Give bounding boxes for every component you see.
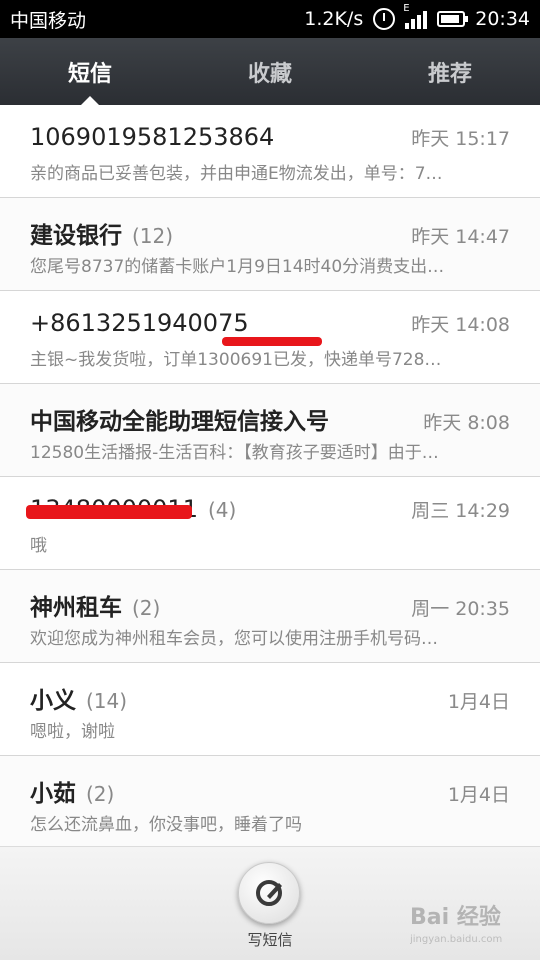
list-item[interactable]: 小义 (14) 1月4日 嗯啦，谢啦 bbox=[0, 663, 540, 756]
contact-name: 小茹 bbox=[30, 781, 76, 807]
message-preview: 欢迎您成为神州租车会员，您可以使用注册手机号码… bbox=[30, 629, 438, 649]
message-preview: 您尾号8737的储蓄卡账户1月9日14时40分消费支出… bbox=[30, 257, 445, 277]
list-item[interactable]: 神州租车 (2) 周一 20:35 欢迎您成为神州租车会员，您可以使用注册手机号… bbox=[0, 570, 540, 663]
signal-icon: E bbox=[403, 3, 428, 29]
message-time: 昨天 15:17 bbox=[411, 128, 510, 150]
compose-button[interactable] bbox=[238, 862, 300, 924]
message-count: (12) bbox=[132, 224, 174, 248]
message-count: (2) bbox=[132, 596, 161, 620]
contact-name: 1069019581253864 bbox=[30, 123, 275, 151]
contact-name: 神州租车 bbox=[30, 595, 122, 621]
tab-sms[interactable]: 短信 bbox=[0, 38, 180, 105]
message-preview: 嗯啦，谢啦 bbox=[30, 722, 115, 742]
message-count: (14) bbox=[86, 689, 128, 713]
status-icons: 1.2K/s E 20:34 bbox=[304, 3, 530, 30]
list-item[interactable]: +8613251940075 昨天 14:08 主银~我发货啦，订单130069… bbox=[0, 291, 540, 384]
list-item[interactable]: 建设银行 (12) 昨天 14:47 您尾号8737的储蓄卡账户1月9日14时4… bbox=[0, 198, 540, 291]
message-time: 1月4日 bbox=[447, 784, 510, 806]
message-count: (4) bbox=[207, 498, 237, 522]
pen-icon bbox=[256, 880, 282, 906]
battery-icon bbox=[437, 11, 469, 27]
message-time: 周三 14:29 bbox=[411, 500, 510, 522]
message-time: 昨天 14:47 bbox=[411, 226, 510, 248]
list-item[interactable]: 小茹 (2) 1月4日 怎么还流鼻血，你没事吧，睡着了吗 bbox=[0, 756, 540, 849]
alarm-icon bbox=[373, 8, 396, 30]
message-preview: 怎么还流鼻血，你没事吧，睡着了吗 bbox=[30, 815, 302, 835]
contact-name: 小义 bbox=[30, 688, 76, 714]
list-item[interactable]: 1069019581253864 昨天 15:17 亲的商品已妥善包装，并由申通… bbox=[0, 105, 540, 198]
conversation-list: 1069019581253864 昨天 15:17 亲的商品已妥善包装，并由申通… bbox=[0, 105, 540, 849]
message-preview: 12580生活播报-生活百科：【教育孩子要适时】由于… bbox=[30, 443, 439, 463]
message-preview: 哦 bbox=[30, 536, 47, 556]
list-item[interactable]: 中国移动全能助理短信接入号 昨天 8:08 12580生活播报-生活百科：【教育… bbox=[0, 384, 540, 477]
contact-name: +8613251940075 bbox=[30, 309, 249, 337]
watermark-text: Bai 经验 bbox=[410, 904, 501, 930]
message-preview: 主银~我发货啦，订单1300691已发，快递单号728… bbox=[30, 350, 442, 370]
message-count: (2) bbox=[86, 782, 115, 806]
message-time: 1月4日 bbox=[447, 691, 510, 713]
tab-recommended[interactable]: 推荐 bbox=[360, 38, 540, 105]
network-speed: 1.2K/s bbox=[304, 8, 364, 30]
redaction-mark bbox=[26, 505, 192, 519]
tab-bar: 短信 收藏 推荐 bbox=[0, 38, 540, 105]
list-item[interactable]: 13480000011 (4) 周三 14:29 哦 bbox=[0, 477, 540, 570]
message-time: 昨天 8:08 bbox=[423, 412, 510, 434]
baidu-watermark: Bai 经验 jingyan.baidu.com bbox=[410, 904, 502, 945]
message-time: 周一 20:35 bbox=[411, 598, 510, 620]
clock: 20:34 bbox=[475, 8, 530, 30]
message-time: 昨天 14:08 bbox=[411, 314, 510, 336]
watermark-subtext: jingyan.baidu.com bbox=[410, 934, 502, 945]
contact-name: 中国移动全能助理短信接入号 bbox=[30, 409, 329, 435]
carrier-name: 中国移动 bbox=[10, 9, 87, 32]
network-type: E bbox=[403, 3, 410, 14]
contact-name: 建设银行 bbox=[30, 223, 122, 249]
message-preview: 亲的商品已妥善包装，并由申通E物流发出，单号：7… bbox=[30, 164, 443, 184]
tab-favorites[interactable]: 收藏 bbox=[180, 38, 360, 105]
status-bar: 中国移动 1.2K/s E 20:34 bbox=[0, 0, 540, 38]
redaction-mark bbox=[222, 337, 322, 346]
